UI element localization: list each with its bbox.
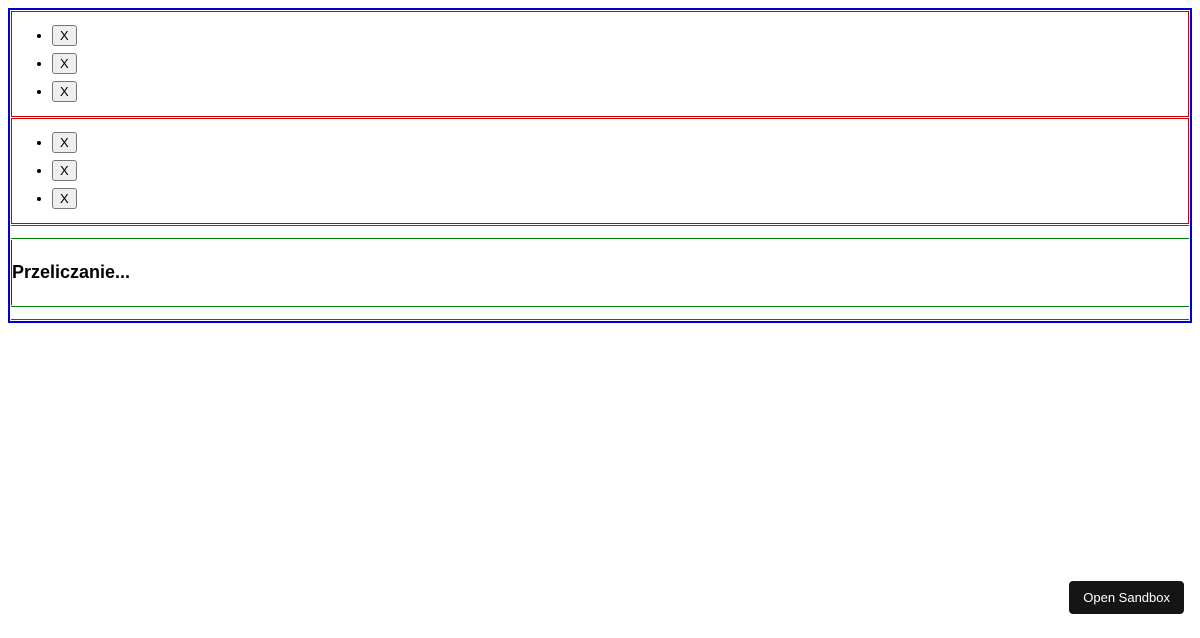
- remove-button[interactable]: X: [52, 53, 77, 74]
- list-item: X: [52, 131, 1188, 155]
- remove-button[interactable]: X: [52, 81, 77, 102]
- list-item: X: [52, 187, 1188, 211]
- remove-button[interactable]: X: [52, 25, 77, 46]
- remove-button[interactable]: X: [52, 132, 77, 153]
- remove-button[interactable]: X: [52, 188, 77, 209]
- divider: [11, 225, 1189, 239]
- item-list: X X X: [12, 12, 1188, 116]
- list-section-1: X X X: [11, 11, 1189, 117]
- status-heading: Przeliczanie...: [12, 262, 1189, 283]
- divider: [11, 306, 1189, 320]
- item-list: X X X: [12, 119, 1188, 223]
- list-item: X: [52, 159, 1188, 183]
- open-sandbox-button[interactable]: Open Sandbox: [1069, 581, 1184, 614]
- list-section-2: X X X: [11, 118, 1189, 224]
- remove-button[interactable]: X: [52, 160, 77, 181]
- list-item: X: [52, 80, 1188, 104]
- list-item: X: [52, 52, 1188, 76]
- status-section: Przeliczanie...: [11, 240, 1189, 305]
- list-item: X: [52, 24, 1188, 48]
- outer-container: X X X X X X Przeliczanie...: [8, 8, 1192, 323]
